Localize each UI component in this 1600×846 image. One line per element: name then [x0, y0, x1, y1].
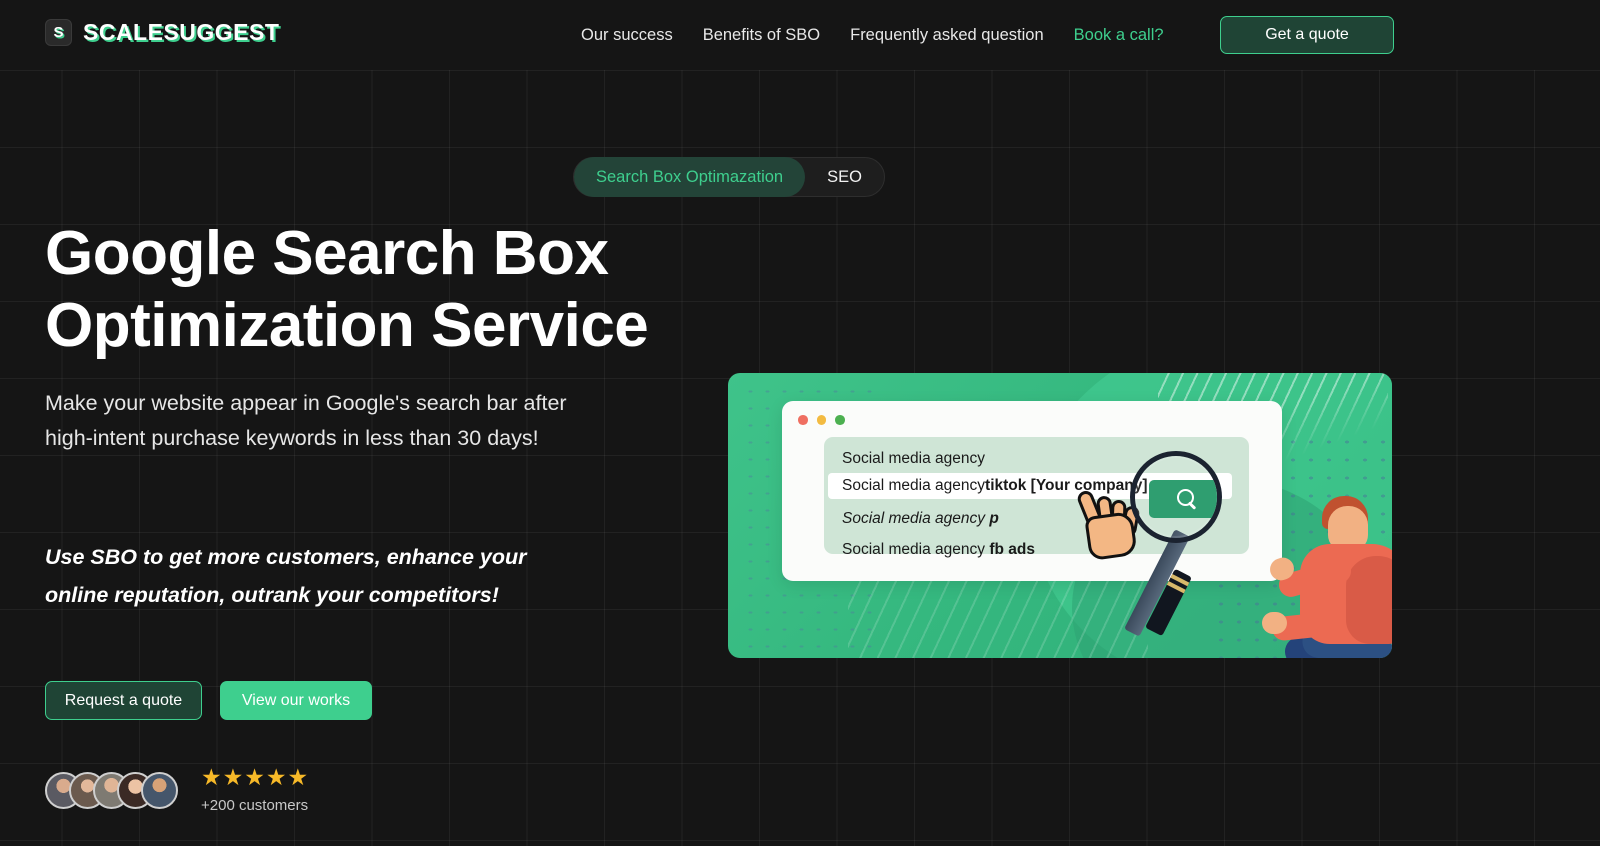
- suggestion-text: Social media agency: [842, 510, 990, 527]
- get-a-quote-button[interactable]: Get a quote: [1220, 16, 1394, 54]
- suggestion-text-bold: p: [989, 510, 999, 527]
- traffic-light-dots: [798, 415, 845, 425]
- person-illustration: [1262, 496, 1392, 658]
- hero-illustration: Social media agency Social media agency …: [728, 373, 1392, 658]
- nav-item-our-success[interactable]: Our success: [566, 26, 688, 45]
- social-proof: ★★★★★ +200 customers: [45, 766, 309, 814]
- brand-name: SCALESUGGEST: [83, 19, 280, 45]
- magnifier-lens: [1135, 456, 1217, 538]
- hero-emphasis-text: Use SBO to get more customers, enhance y…: [45, 545, 527, 608]
- service-toggle: Search Box Optimazation SEO: [573, 157, 885, 197]
- logo-mark-icon: S: [45, 19, 72, 46]
- hero-subtitle: Make your website appear in Google's sea…: [45, 391, 567, 451]
- main-navigation: Our success Benefits of SBO Frequently a…: [566, 0, 1179, 70]
- hand-palm: [1084, 510, 1138, 562]
- page-root: S SCALESUGGEST Our success Benefits of S…: [0, 0, 1600, 846]
- request-a-quote-button[interactable]: Request a quote: [45, 681, 202, 720]
- maximize-dot-icon: [835, 415, 845, 425]
- decorative-diagonal-lines-lower: [848, 568, 1148, 658]
- page-title-line-2: Optimization Service: [45, 290, 649, 360]
- suggestion-item: Social media agency fb ads: [842, 542, 1035, 558]
- search-icon: [1176, 488, 1198, 510]
- suggestion-item: Social media agency p: [842, 511, 999, 527]
- suggestion-text: Social media agency: [842, 541, 990, 558]
- toggle-option-sbo[interactable]: Search Box Optimazation: [574, 157, 806, 197]
- nav-item-benefits-of-sbo[interactable]: Benefits of SBO: [688, 26, 835, 45]
- rating-block: ★★★★★ +200 customers: [201, 764, 310, 815]
- customer-avatars: [45, 771, 178, 809]
- brand-logo[interactable]: S SCALESUGGEST: [45, 19, 279, 46]
- magnifier-icon: [1130, 451, 1222, 543]
- suggestion-item: Social media agency: [842, 451, 985, 467]
- star-rating-icon: ★★★★★: [201, 764, 310, 790]
- page-title: Google Search Box Optimization Service: [45, 218, 745, 362]
- person-torso-shade: [1346, 556, 1392, 644]
- suggestion-text-bold: fb ads: [989, 541, 1035, 558]
- browser-mockup: Social media agency Social media agency …: [782, 401, 1392, 658]
- customer-count-label: +200 customers: [201, 797, 309, 814]
- toggle-option-seo[interactable]: SEO: [805, 157, 884, 197]
- nav-item-book-a-call[interactable]: Book a call?: [1059, 26, 1179, 45]
- page-title-line-1: Google Search Box: [45, 219, 609, 288]
- suggestion-text: Social media agency: [842, 450, 986, 467]
- close-dot-icon: [798, 415, 808, 425]
- search-button-magnified: [1149, 480, 1217, 518]
- hero-cta-row: Request a quote View our works: [45, 681, 372, 720]
- person-hand-lower: [1262, 612, 1287, 634]
- view-our-works-button[interactable]: View our works: [220, 681, 372, 720]
- nav-item-faq[interactable]: Frequently asked question: [835, 26, 1059, 45]
- suggestion-text: Social media agency: [842, 477, 986, 495]
- minimize-dot-icon: [816, 415, 826, 425]
- site-header: S SCALESUGGEST Our success Benefits of S…: [0, 0, 1600, 70]
- avatar: [141, 771, 178, 809]
